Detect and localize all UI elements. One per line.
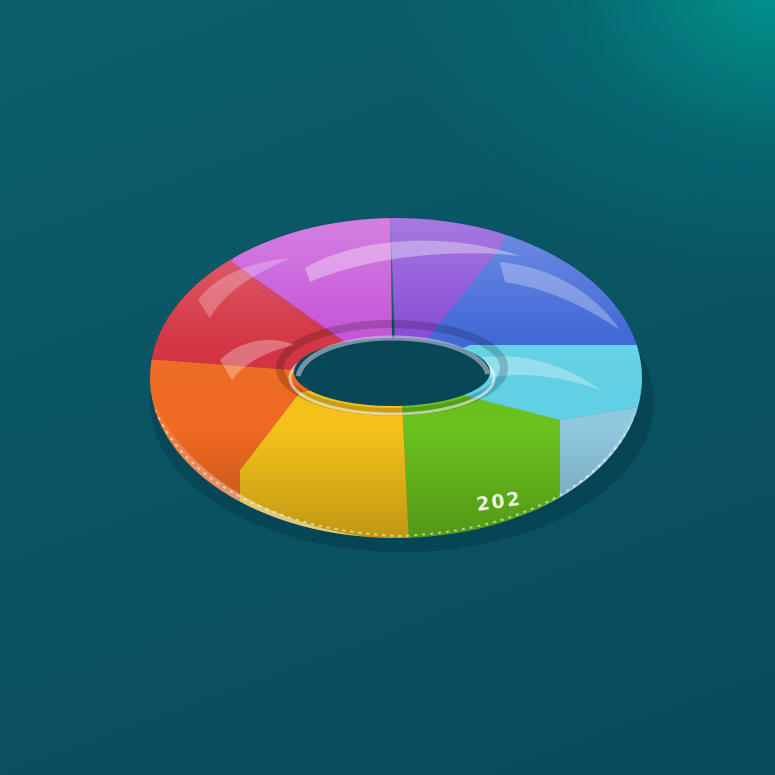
image-canvas: 202 (0, 0, 775, 775)
swim-ring (150, 218, 642, 538)
swim-ring-illustration: 202 (150, 218, 654, 552)
